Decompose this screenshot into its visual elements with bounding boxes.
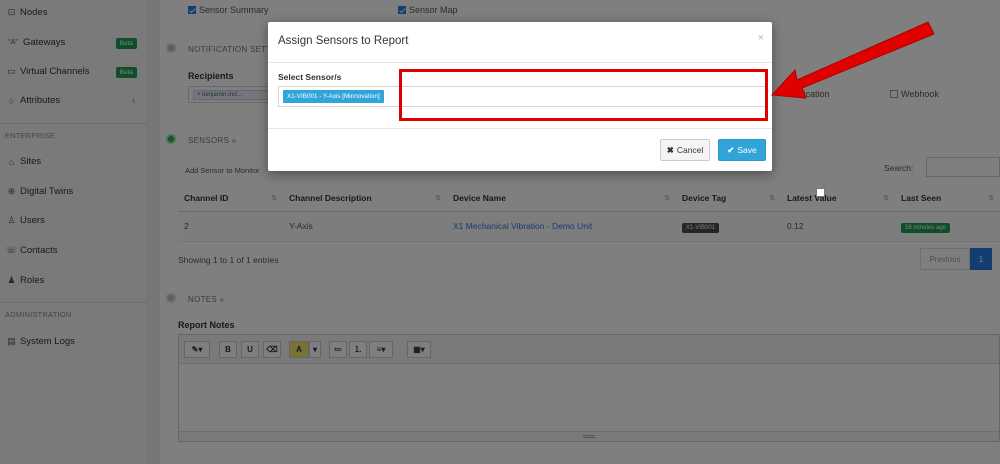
annotation-arrow xyxy=(770,21,935,99)
app: ⊡ Nodes "A" Gateways Beta ▭ Virtual Chan… xyxy=(0,0,1000,464)
